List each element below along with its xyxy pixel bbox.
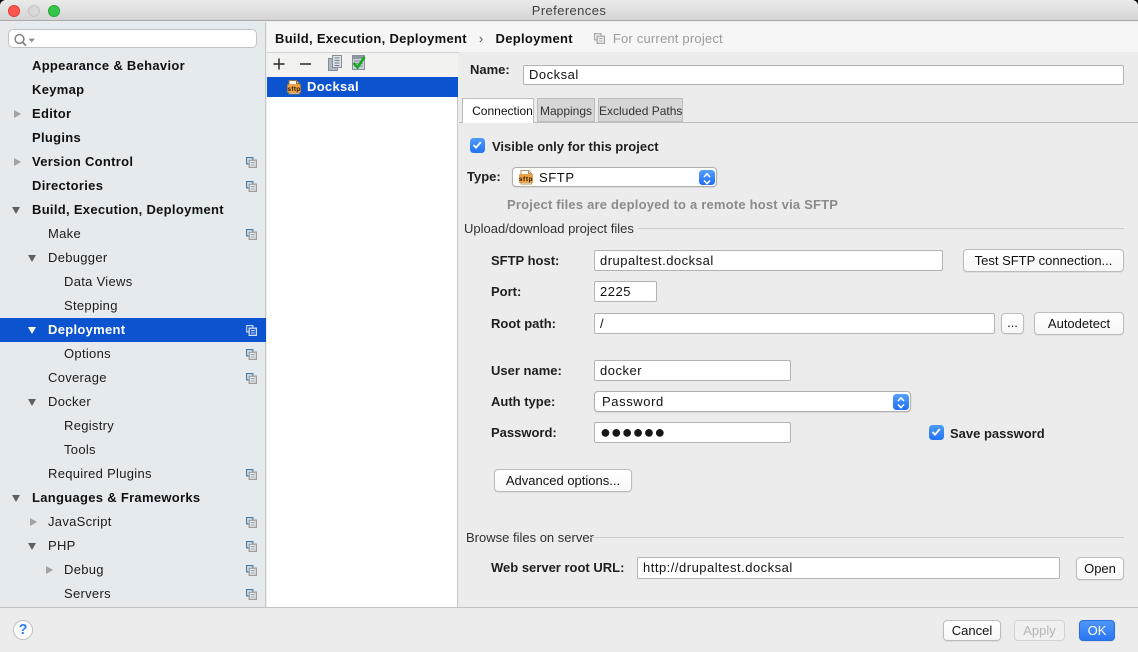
svg-text:sftp: sftp — [287, 86, 300, 93]
svg-text:sftp: sftp — [519, 176, 533, 183]
